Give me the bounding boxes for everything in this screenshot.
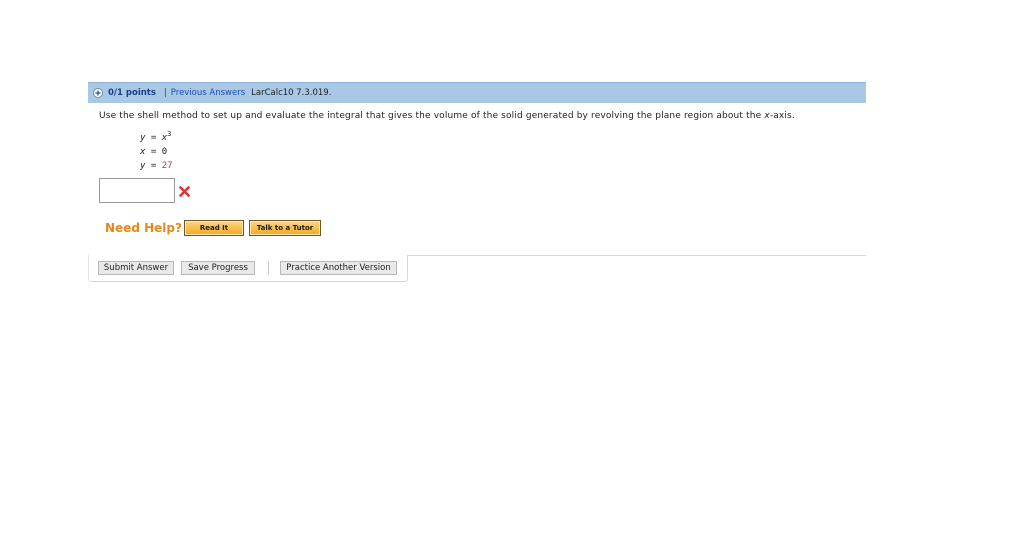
equation-rhs: 27 [161,161,173,171]
equation-lhs: y [140,133,146,143]
question-prompt: Use the shell method to set up and evalu… [99,111,795,121]
need-help-label: Need Help? [105,221,182,235]
plus-glyph [95,90,101,96]
equation-op: = [150,133,157,143]
equation-rhs: 0 [161,147,168,157]
prompt-text-start: Use the shell method to set up and evalu… [99,111,765,121]
button-divider [268,261,269,275]
question-header: 0/1 points | Previous Answers LarCalc10 … [88,82,866,103]
answer-input[interactable] [99,178,175,203]
submit-answer-button[interactable]: Submit Answer [98,261,174,275]
equation-row: y = 27 [140,159,173,173]
save-progress-button[interactable]: Save Progress [181,261,255,275]
practice-another-version-button[interactable]: Practice Another Version [280,261,397,275]
incorrect-x-icon [179,186,190,197]
previous-answers-link[interactable]: Previous Answers [171,88,245,98]
equation-row: x = 0 [140,145,173,159]
equation-exponent: 3 [167,130,172,138]
header-separator: | [163,88,167,98]
equation-lhs: x [140,147,146,157]
problem-reference: LarCalc10 7.3.019. [251,88,332,98]
prompt-text-end: -axis. [769,111,795,121]
question-panel: 0/1 points | Previous Answers LarCalc10 … [88,82,866,282]
points-label: 0/1 points [108,88,156,98]
equation-row: y = x3 [140,127,173,145]
equation-list: y = x3 x = 0 y = 27 [140,127,173,173]
read-it-button[interactable]: Read It [184,220,244,236]
expand-plus-icon[interactable] [93,88,103,98]
talk-to-tutor-button[interactable]: Talk to a Tutor [249,220,321,236]
equation-op: = [150,147,157,157]
footer-divider [408,255,866,256]
equation-lhs: y [140,161,146,171]
equation-op: = [150,161,157,171]
